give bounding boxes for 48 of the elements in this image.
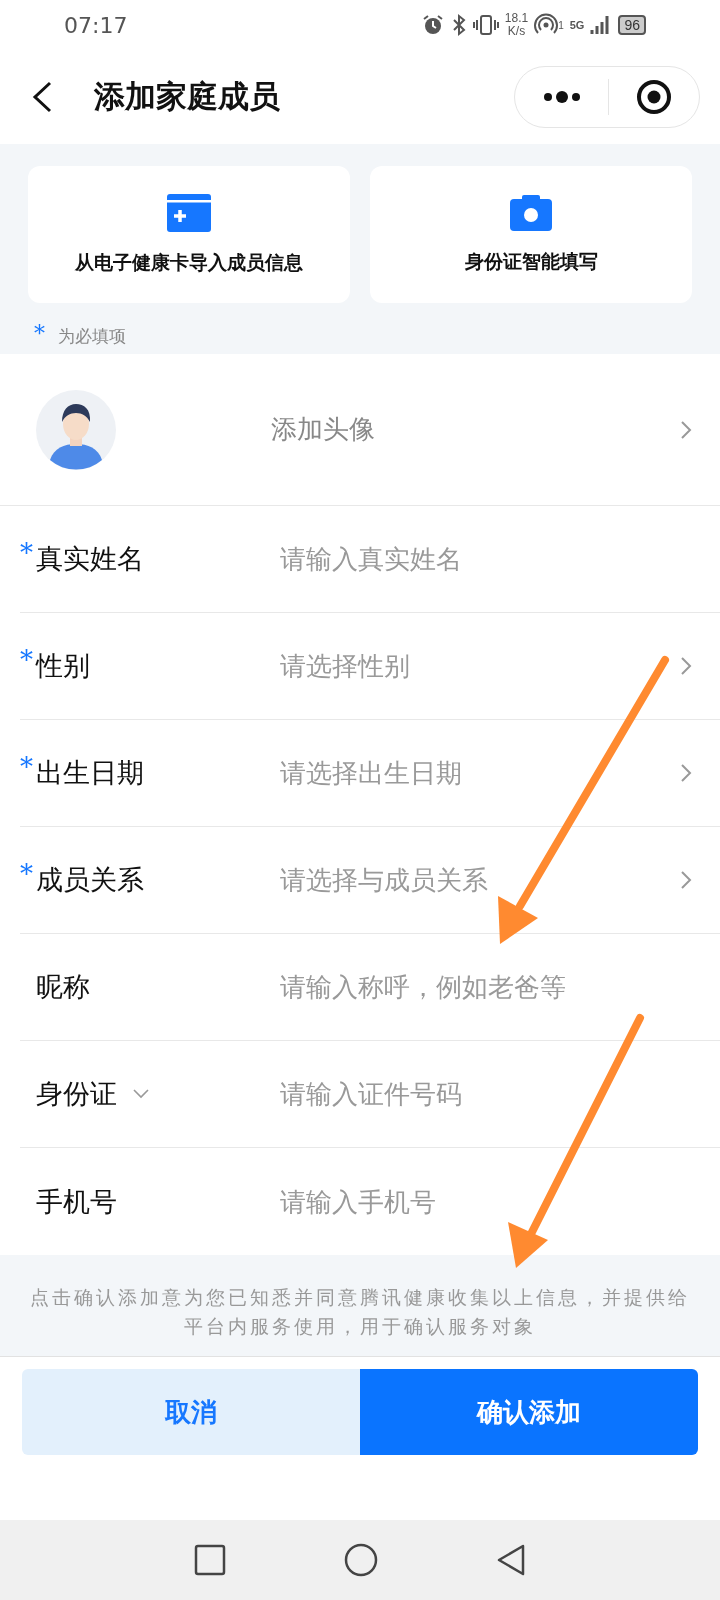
confirm-button[interactable]: 确认添加	[360, 1369, 698, 1455]
battery-level: 96	[618, 15, 646, 35]
input-field[interactable]: 请输入真实姓名	[280, 544, 692, 574]
import-card[interactable]: 从电子健康卡导入成员信息	[28, 166, 350, 303]
select-field[interactable]: 请选择出生日期	[280, 755, 692, 791]
recents-icon[interactable]	[194, 1544, 226, 1576]
import-card[interactable]: 身份证智能填写	[370, 166, 692, 303]
home-icon[interactable]	[344, 1543, 378, 1577]
required-mark: *	[20, 861, 34, 887]
status-time: 07:17	[64, 12, 128, 38]
target-icon[interactable]	[635, 79, 672, 115]
avatar-icon	[36, 389, 116, 470]
field-label: 昵称	[36, 970, 90, 1004]
page-title: 添加家庭成员	[94, 77, 281, 116]
consent-notice: 点击确认添加意为您已知悉并同意腾讯健康收集以上信息，并提供给平台内服务使用，用于确认服务对象	[30, 1285, 690, 1339]
more-icon[interactable]	[542, 90, 583, 104]
field-label: 性别	[36, 649, 90, 683]
field-label: 成员关系	[36, 863, 144, 897]
field-label: 手机号	[36, 1184, 117, 1219]
chevron-icon	[680, 419, 692, 440]
field-label: 真实姓名	[36, 542, 144, 576]
avatar-row[interactable]: 添加头像	[0, 354, 720, 506]
field-label: 身份证	[36, 1077, 117, 1111]
input-field[interactable]: 请输入手机号	[280, 1186, 692, 1217]
field-label: 出生日期	[36, 756, 144, 790]
chevron-icon	[680, 870, 692, 890]
required-note: 为必填项	[58, 325, 126, 348]
vibrate-icon	[472, 13, 499, 37]
input-field[interactable]: 请输入证件号码	[280, 1079, 692, 1109]
cancel-button[interactable]: 取消	[22, 1369, 360, 1455]
input-field[interactable]: 请输入称呼，例如老爸等	[280, 972, 692, 1002]
required-mark: *	[20, 754, 34, 780]
chevron-icon	[680, 763, 692, 783]
network-type: 5G	[569, 19, 585, 31]
select-field[interactable]: 请选择性别	[280, 648, 692, 684]
select-field[interactable]: 请选择与成员关系	[280, 862, 692, 898]
back-icon[interactable]	[30, 80, 54, 114]
chevron-icon	[680, 656, 692, 676]
hotspot-count: 1	[558, 20, 564, 31]
bluetooth-icon	[450, 13, 467, 37]
camera-icon	[510, 194, 552, 231]
required-mark: *	[20, 647, 34, 673]
caret-icon[interactable]	[133, 1089, 149, 1099]
required-mark: *	[34, 322, 46, 345]
network-speed: 18.1 K/s	[504, 12, 529, 38]
health-card-icon	[167, 193, 211, 232]
required-mark: *	[20, 540, 34, 566]
back-icon[interactable]	[496, 1543, 526, 1577]
